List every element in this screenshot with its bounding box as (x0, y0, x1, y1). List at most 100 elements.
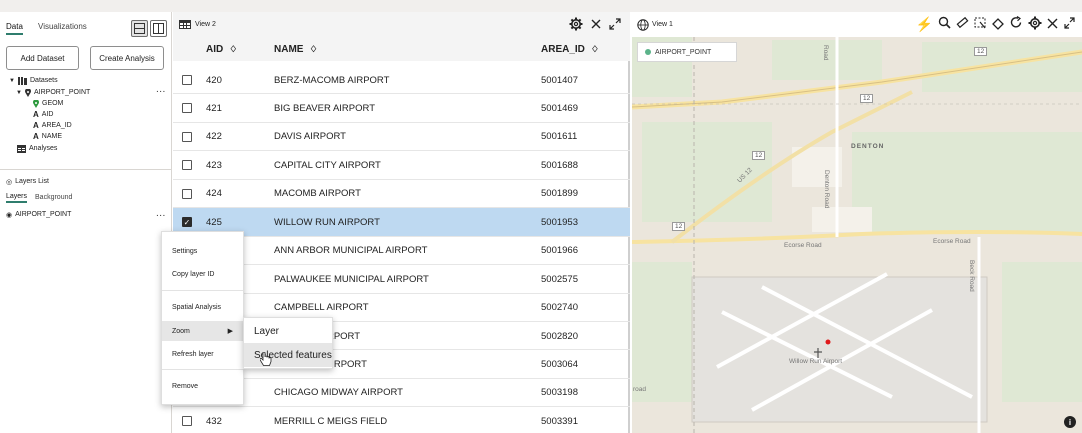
expand-icon[interactable] (1063, 16, 1076, 30)
cell-area-id: 5001407 (541, 74, 578, 86)
cell-name: WILLOW RUN AIRPORT (274, 216, 380, 228)
map-canvas[interactable] (632, 12, 1082, 433)
row-checkbox[interactable] (182, 131, 192, 142)
table-row[interactable]: 432 MERRILL C MEIGS FIELD 5003391 (173, 407, 630, 433)
tree-analyses[interactable]: Analyses (17, 143, 57, 154)
menu-item-spatial-analysis[interactable]: Spatial Analysis (162, 297, 243, 317)
hand-cursor-icon (260, 352, 272, 366)
field-name[interactable]: A NAME (33, 131, 62, 142)
menu-item-zoom[interactable]: Zoom ▶ (162, 321, 243, 341)
view-title: View 2 (195, 21, 216, 28)
tab-visualizations[interactable]: Visualizations (38, 22, 87, 31)
close-icon[interactable] (1047, 16, 1058, 30)
table-view-header: View 2 (173, 12, 630, 37)
cell-area-id: 5003198 (541, 387, 578, 399)
column-label: AID (206, 43, 224, 55)
sort-icon[interactable]: ♢ (229, 44, 237, 55)
add-dataset-button[interactable]: Add Dataset (6, 46, 79, 70)
selected-airport-point[interactable] (825, 339, 831, 345)
horizontal-layout-button[interactable] (131, 20, 148, 37)
cell-aid: 420 (206, 74, 222, 86)
column-label: AREA_ID (541, 43, 585, 55)
tab-layers[interactable]: Layers (6, 193, 28, 203)
map-label-road-corner: road (633, 386, 647, 393)
layer-name: AIRPORT_POINT (15, 211, 72, 218)
gear-icon[interactable] (569, 17, 583, 31)
gear-icon[interactable] (1028, 16, 1042, 30)
pin-icon (33, 99, 39, 108)
route-shield-12-a: 12 (974, 47, 988, 56)
globe-icon (637, 19, 649, 31)
layers-tabs: Layers Background (6, 192, 72, 203)
field-geom[interactable]: GEOM (33, 98, 63, 109)
menu-item-remove[interactable]: Remove (162, 376, 243, 396)
cell-area-id: 5001966 (541, 245, 578, 257)
submenu-item-layer[interactable]: Layer (244, 319, 332, 343)
measure-icon[interactable] (956, 16, 969, 30)
row-checkbox[interactable] (182, 416, 192, 427)
tab-background[interactable]: Background (35, 194, 72, 201)
column-header-aid[interactable]: AID ♢ (206, 37, 238, 61)
cell-area-id: 5002740 (541, 302, 578, 314)
row-checkbox[interactable] (182, 188, 192, 199)
field-aid[interactable]: A AID (33, 109, 53, 120)
legend-label: AIRPORT_POINT (655, 48, 712, 56)
sort-icon[interactable]: ♢ (591, 44, 599, 55)
menu-item-settings[interactable]: Settings (162, 241, 243, 261)
layers-icon: ◎ (6, 178, 13, 186)
eraser-icon[interactable] (992, 16, 1005, 30)
field-label: AREA_ID (41, 122, 72, 129)
menu-item-copy-layer-id[interactable]: Copy layer ID (162, 264, 243, 284)
text-attribute-icon: A (33, 121, 39, 130)
top-strip (0, 0, 1082, 12)
tab-data[interactable]: Data (6, 22, 23, 35)
expand-icon[interactable] (609, 18, 621, 30)
vertical-layout-button[interactable] (150, 20, 167, 37)
layer-item[interactable]: ◉ AIRPORT_POINT (6, 209, 71, 220)
menu-item-refresh-layer[interactable]: Refresh layer (162, 344, 243, 364)
info-button[interactable]: i (1064, 416, 1076, 428)
menu-item-label: Zoom (172, 327, 190, 335)
refresh-icon[interactable] (1010, 16, 1023, 30)
row-checkbox[interactable] (182, 75, 192, 85)
row-checkbox[interactable] (182, 160, 192, 171)
column-header-name[interactable]: NAME ♢ (274, 37, 318, 61)
table-icon (179, 20, 191, 29)
row-checkbox[interactable] (182, 103, 192, 114)
table-row[interactable]: 423 CAPITAL CITY AIRPORT 5001688 (173, 151, 630, 180)
layers-list-header[interactable]: ◎ Layers List (6, 176, 49, 187)
table-row[interactable]: 421 BIG BEAVER AIRPORT 5001469 (173, 94, 630, 123)
dataset-name: AIRPORT_POINT (34, 89, 91, 96)
submenu-item-selected-features[interactable]: Selected features (244, 343, 332, 367)
lightning-icon[interactable]: ⚡ (916, 16, 933, 33)
select-area-icon[interactable] (974, 16, 987, 30)
zoom-submenu: Layer Selected features (243, 317, 333, 369)
caret-down-icon: ▼ (16, 89, 22, 96)
map-toolbar: ⚡ (916, 16, 1076, 33)
cell-name: DAVIS AIRPORT (274, 131, 346, 143)
table-row[interactable]: 424 MACOMB AIRPORT 5001899 (173, 180, 630, 209)
cell-name: ANN ARBOR MUNICIPAL AIRPORT (274, 245, 428, 257)
sort-icon[interactable]: ♢ (309, 44, 317, 55)
eye-icon[interactable]: ◉ (6, 211, 12, 219)
search-icon[interactable] (938, 16, 951, 30)
layers-list-title: Layers List (15, 178, 49, 185)
cell-aid: 432 (206, 415, 222, 427)
table-row[interactable]: 420 BERZ-MACOMB AIRPORT 5001407 (173, 66, 630, 95)
table-row[interactable]: 422 DAVIS AIRPORT 5001611 (173, 123, 630, 152)
text-attribute-icon: A (33, 110, 39, 119)
split-vertical-icon (153, 23, 164, 34)
close-icon[interactable] (591, 19, 601, 29)
dataset-more-menu[interactable]: ... (156, 84, 166, 95)
create-analysis-button[interactable]: Create Analysis (90, 46, 164, 70)
route-shield-12-c: 12 (752, 151, 766, 160)
data-panel: Data Visualizations Add Dataset Create A… (0, 12, 172, 433)
field-area-id[interactable]: A AREA_ID (33, 120, 72, 131)
map-view[interactable]: View 1 ⚡ AIRPORT_POINT DENTON Denton Roa… (632, 12, 1082, 433)
column-header-area-id[interactable]: AREA_ID ♢ (541, 37, 599, 61)
tree-dataset-item[interactable]: ▼ AIRPORT_POINT (16, 87, 90, 98)
tree-datasets[interactable]: ▼ Datasets (9, 75, 58, 86)
layer-more-menu[interactable]: ... (156, 208, 166, 219)
row-checkbox[interactable]: ✓ (182, 217, 192, 228)
route-shield-12-b: 12 (860, 94, 874, 103)
